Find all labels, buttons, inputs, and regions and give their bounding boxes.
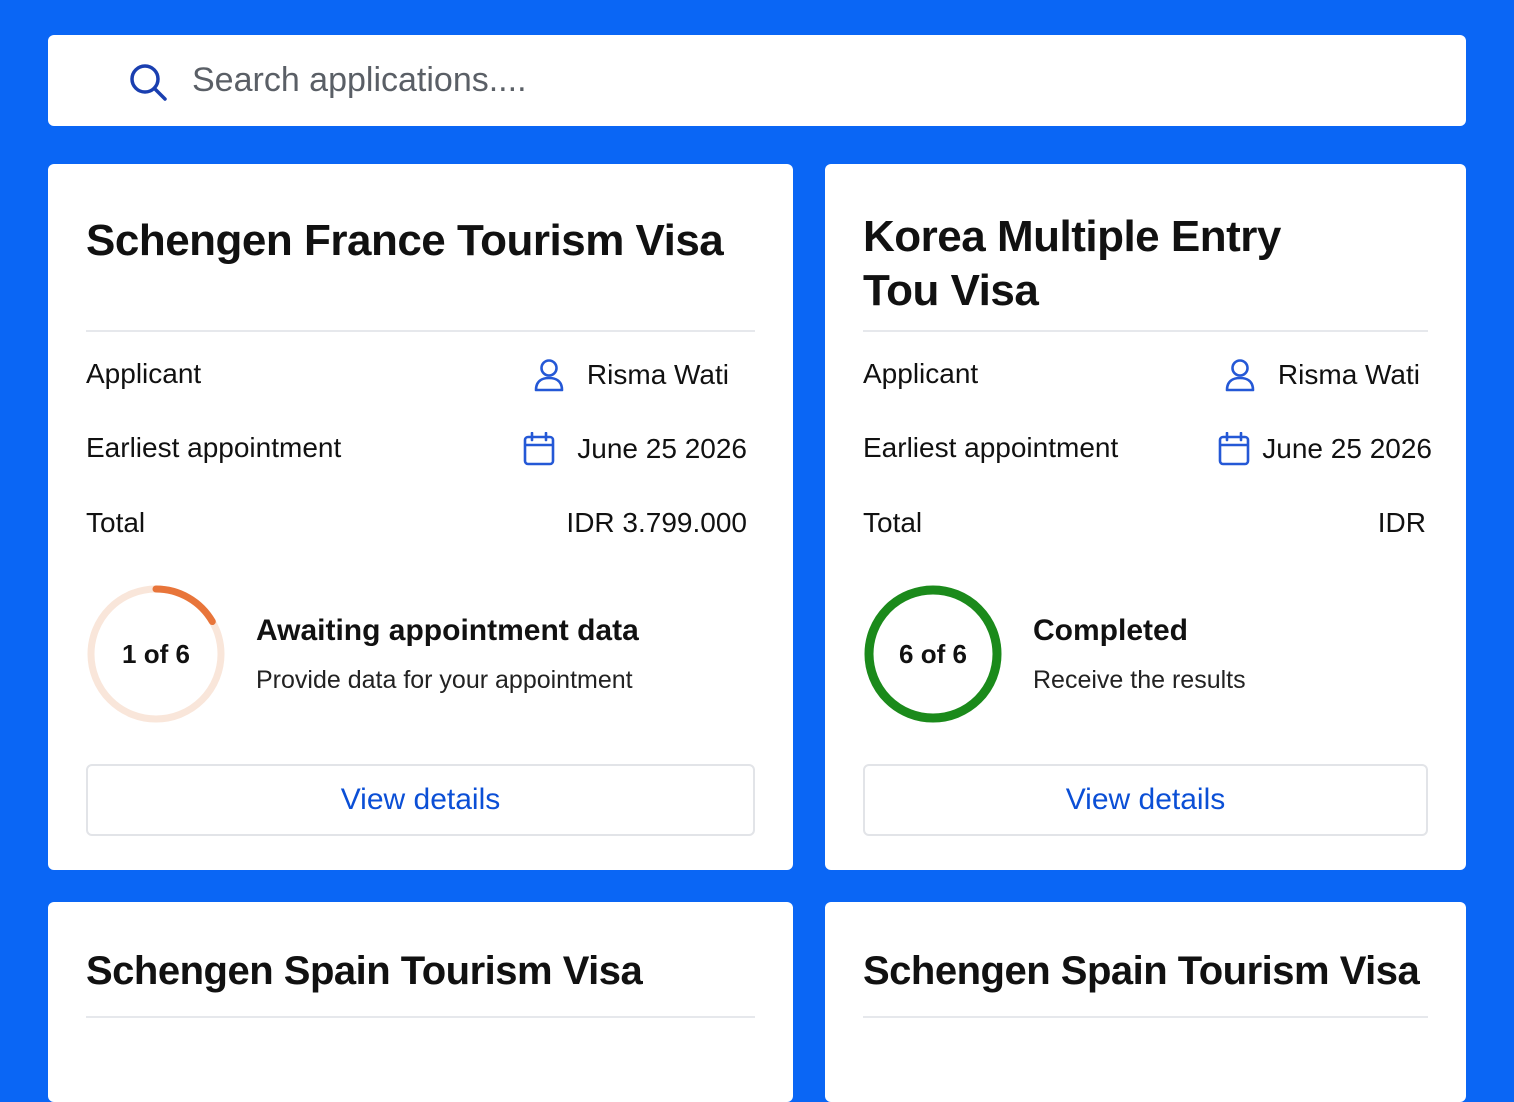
search-icon [130,64,167,101]
appointment-date: June 25 2026 [577,433,747,464]
application-card: Schengen Spain Tourism Visa [825,902,1466,1102]
appointment-date: June 25 2026 [1262,433,1432,464]
progress-text: 1 of 6 [122,638,190,669]
search-bar[interactable] [48,35,1466,126]
search-input[interactable] [190,60,1094,101]
application-card: Korea Multiple Entry Tou Visa Applicant … [825,164,1466,870]
divider [863,1016,1428,1018]
total-amount: IDR [1377,507,1426,538]
user-icon [1225,359,1255,392]
total-amount: IDR 3.799.000 [566,507,747,538]
status-subtitle: Provide data for your appointment [256,666,633,694]
total-label: Total [86,507,146,538]
appointment-label: Earliest appointment [863,432,1119,463]
view-details-button[interactable]: View details [863,764,1428,836]
application-card: Schengen France Tourism Visa Applicant R… [48,164,793,870]
appointment-label: Earliest appointment [86,432,342,463]
status-subtitle: Receive the results [1033,666,1246,694]
card-title: Schengen Spain Tourism Visa [86,949,643,993]
divider [86,330,755,332]
view-details-button[interactable]: View details [86,764,755,836]
applicant-label: Applicant [863,358,979,389]
applicant-name: Risma Wati [586,359,729,390]
progress-ring: 1 of 6 [86,584,226,724]
card-title: Schengen Spain Tourism Visa [863,949,1420,993]
card-title: Korea Multiple Entry Tou Visa [863,212,1281,315]
user-icon [534,359,564,392]
progress-ring: 6 of 6 [863,584,1003,724]
applicant-label: Applicant [86,358,202,389]
status-title: Completed [1033,614,1189,647]
total-label: Total [863,507,923,538]
divider [86,1016,755,1018]
card-title: Schengen France Tourism Visa [86,216,724,265]
status-title: Awaiting appointment data [256,614,639,647]
progress-text: 6 of 6 [899,638,967,669]
calendar-icon [1218,432,1250,466]
divider [863,330,1428,332]
applicant-name: Risma Wati [1277,359,1420,390]
application-card: Schengen Spain Tourism Visa [48,902,793,1102]
calendar-icon [523,432,555,466]
